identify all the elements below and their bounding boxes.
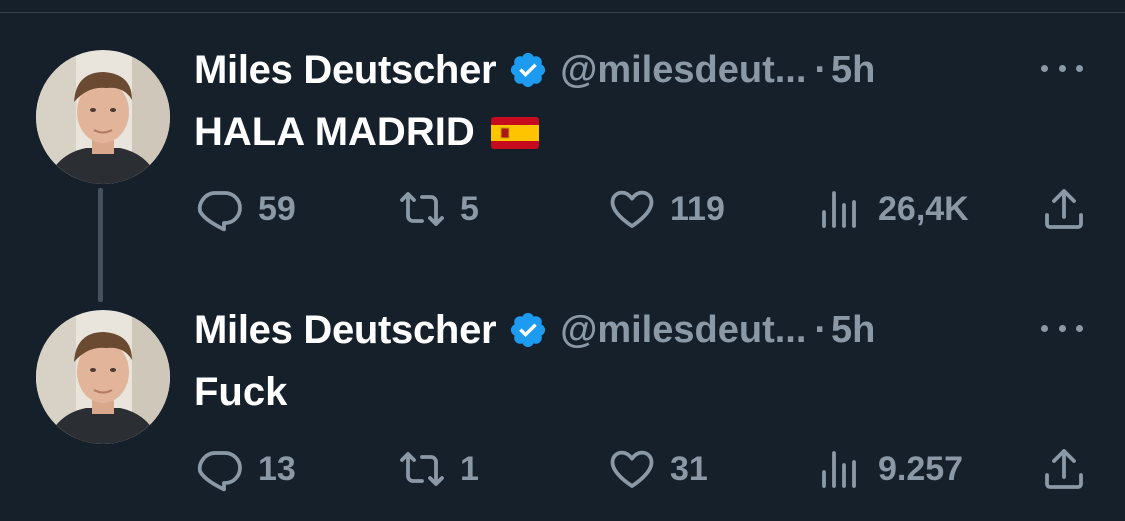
author-name[interactable]: Miles Deutscher — [194, 48, 497, 93]
separator-dot: · — [814, 48, 828, 91]
share-button[interactable] — [1040, 444, 1088, 494]
author-handle[interactable]: @milesdeut... — [560, 309, 806, 352]
view-count: 26,4K — [878, 189, 969, 228]
like-button[interactable]: 119 — [608, 184, 725, 234]
avatar-image — [36, 310, 170, 444]
heart-icon — [608, 445, 656, 493]
reply-button[interactable]: 59 — [196, 184, 296, 234]
tweet-actions: 59 5 119 26,4K — [0, 184, 1125, 234]
tweet-actions: 13 1 31 9.257 — [0, 444, 1125, 494]
reply-icon — [196, 185, 244, 233]
reply-count: 59 — [258, 189, 296, 228]
verified-badge-icon — [508, 50, 548, 90]
avatar-image — [36, 50, 170, 184]
tweet-timestamp[interactable]: 5h — [831, 309, 875, 352]
like-count: 31 — [670, 449, 708, 488]
separator-dot: · — [814, 308, 828, 351]
retweet-icon — [398, 445, 446, 493]
verified-badge-icon — [508, 310, 548, 350]
reply-icon — [196, 445, 244, 493]
tweet-header: Miles Deutscher @milesdeut... · 5h — [194, 48, 875, 92]
retweet-button[interactable]: 5 — [398, 184, 479, 234]
like-count: 119 — [670, 189, 725, 228]
retweet-button[interactable]: 1 — [398, 444, 479, 494]
tweet-text: Fuck — [194, 370, 287, 415]
tweet-text: HALA MADRID — [194, 110, 539, 155]
retweet-icon — [398, 185, 446, 233]
views-button[interactable]: 9.257 — [816, 444, 963, 494]
views-button[interactable]: 26,4K — [816, 184, 969, 234]
heart-icon — [608, 185, 656, 233]
analytics-icon — [816, 445, 864, 493]
reply-count: 13 — [258, 449, 296, 488]
tweet-text-content: Fuck — [194, 370, 288, 414]
author-name[interactable]: Miles Deutscher — [194, 308, 497, 353]
more-options-icon[interactable] — [1041, 62, 1083, 74]
analytics-icon — [816, 185, 864, 233]
reply-button[interactable]: 13 — [196, 444, 296, 494]
tweet-timestamp[interactable]: 5h — [831, 49, 875, 92]
retweet-count: 5 — [460, 189, 479, 228]
share-icon — [1040, 185, 1088, 233]
avatar[interactable] — [36, 310, 170, 444]
top-divider — [0, 12, 1125, 13]
avatar[interactable] — [36, 50, 170, 184]
spain-flag-icon — [490, 116, 539, 149]
more-options-icon[interactable] — [1041, 322, 1083, 334]
view-count: 9.257 — [878, 449, 964, 488]
share-icon — [1040, 445, 1088, 493]
tweet-text-content: HALA MADRID — [194, 110, 475, 154]
retweet-count: 1 — [460, 449, 479, 488]
tweet-header: Miles Deutscher @milesdeut... · 5h — [194, 308, 875, 352]
author-handle[interactable]: @milesdeut... — [560, 49, 806, 92]
like-button[interactable]: 31 — [608, 444, 708, 494]
share-button[interactable] — [1040, 184, 1088, 234]
